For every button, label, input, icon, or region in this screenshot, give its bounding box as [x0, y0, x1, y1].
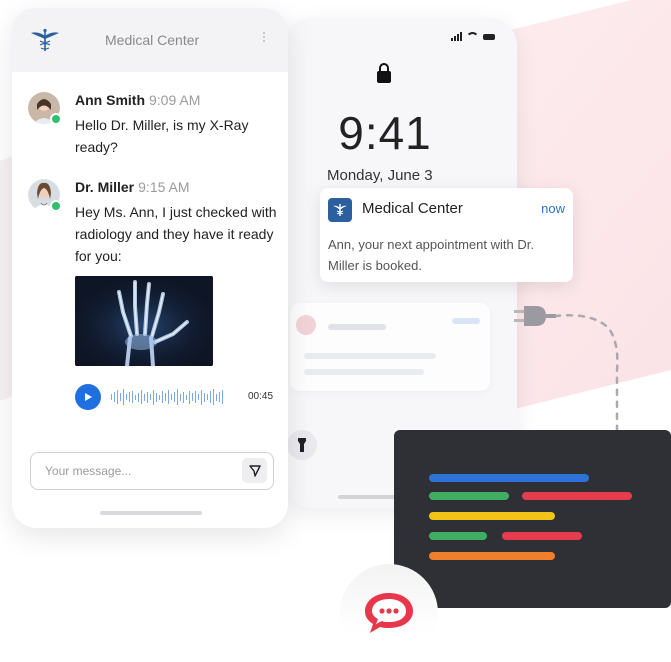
chat-phone: Medical Center Ann Smith 9:09 AM Hello Dr… [12, 8, 288, 528]
blurred-notification [290, 303, 490, 391]
message-composer [30, 452, 274, 490]
play-icon [85, 393, 92, 401]
send-button[interactable] [242, 458, 267, 483]
audio-duration: 00:45 [248, 391, 274, 402]
message-input[interactable] [43, 453, 237, 489]
code-line [429, 552, 555, 560]
chat-message: Dr. Miller 9:15 AM Hey Ms. Ann, I just ch… [28, 179, 278, 269]
flashlight-button[interactable] [287, 430, 317, 460]
plug-icon [514, 306, 556, 326]
message-text: Hello Dr. Miller, is my X-Ray ready? [75, 117, 249, 155]
code-line [429, 492, 509, 500]
signal-icon [451, 32, 462, 41]
flashlight-icon [298, 438, 306, 452]
audio-waveform[interactable] [111, 388, 223, 406]
lock-time: 9:41 [338, 107, 432, 159]
notification-app-name: Medical Center [362, 200, 463, 217]
avatar [28, 179, 62, 212]
chat-bubble-icon [365, 593, 413, 633]
caduceus-logo-icon [31, 28, 59, 51]
code-panel [394, 430, 671, 608]
message-author: Dr. Miller 9:15 AM [75, 179, 190, 195]
message-author: Ann Smith 9:09 AM [75, 92, 201, 108]
blurred-line [328, 324, 386, 330]
notification-body: Ann, your next appointment with Dr. Mill… [328, 237, 534, 273]
avatar [28, 92, 62, 125]
xray-image[interactable] [75, 276, 213, 366]
blurred-line [304, 369, 424, 375]
code-line [429, 512, 555, 520]
code-line [522, 492, 632, 500]
message-text: Hey Ms. Ann, I just checked with radiolo… [75, 204, 277, 264]
more-options-icon[interactable] [263, 32, 266, 42]
code-line [429, 474, 589, 482]
code-line [429, 532, 487, 540]
blurred-avatar [296, 315, 316, 335]
message-time: 9:15 AM [138, 179, 190, 195]
status-bar [451, 32, 495, 41]
message-time: 9:09 AM [149, 92, 201, 108]
blurred-line [304, 353, 436, 359]
home-indicator [100, 511, 202, 515]
chat-header: Medical Center [12, 8, 288, 72]
lock-icon [377, 63, 391, 83]
chat-message: Ann Smith 9:09 AM Hello Dr. Miller, is my… [28, 92, 278, 155]
online-status-dot [50, 113, 62, 125]
code-line [502, 532, 582, 540]
wifi-icon [466, 32, 479, 41]
online-status-dot [50, 200, 62, 212]
chat-bubble-badge [340, 564, 438, 662]
notification-time: now [541, 201, 565, 216]
notification-card[interactable]: Medical Center now Ann, your next appoin… [320, 188, 573, 282]
send-icon [248, 464, 261, 477]
play-button[interactable] [75, 384, 101, 410]
battery-icon [483, 33, 495, 40]
chat-title: Medical Center [105, 32, 200, 48]
dashed-cable [555, 314, 619, 430]
audio-message: 00:45 [75, 384, 275, 412]
blurred-line [452, 318, 480, 324]
lock-date: Monday, June 3 [327, 167, 433, 184]
caduceus-icon [328, 198, 352, 222]
